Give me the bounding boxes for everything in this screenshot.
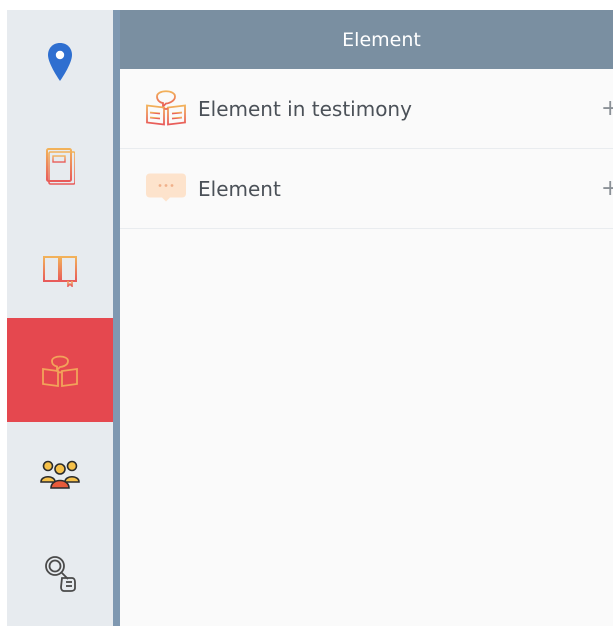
document-icon (45, 147, 75, 185)
element-panel: Element Element in testimony + Element + (120, 10, 613, 626)
sidebar (7, 10, 113, 626)
panel-title: Element (342, 28, 421, 51)
open-book-icon (42, 253, 78, 287)
sidebar-item-document[interactable] (7, 114, 113, 218)
chat-bubble-icon (144, 168, 188, 209)
list-item-label: Element (198, 176, 281, 201)
add-icon[interactable]: + (601, 177, 613, 200)
magnifier-hand-icon (42, 554, 78, 594)
sidebar-item-people[interactable] (7, 422, 113, 526)
sidebar-item-investigation[interactable] (7, 522, 113, 626)
add-icon[interactable]: + (601, 97, 613, 120)
speech-book-icon (144, 86, 188, 131)
list-item-label: Element in testimony (198, 96, 412, 121)
list-item-element-in-testimony[interactable]: Element in testimony + (120, 69, 613, 149)
sidebar-item-location[interactable] (7, 10, 113, 114)
map-pin-icon (47, 42, 73, 82)
testimony-book-icon (40, 351, 80, 389)
sidebar-item-testimony[interactable] (7, 318, 113, 422)
sidebar-item-book[interactable] (7, 218, 113, 322)
people-group-icon (39, 458, 81, 490)
sidebar-divider (113, 10, 120, 626)
list-item-element[interactable]: Element + (120, 149, 613, 229)
app-window: Element Element in testimony + Element + (0, 0, 613, 626)
panel-header: Element (120, 10, 613, 69)
